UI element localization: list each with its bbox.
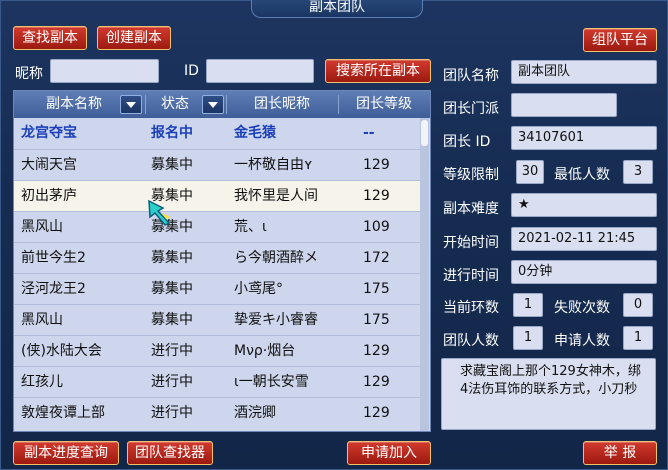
apply-count-field: 1: [623, 326, 653, 350]
team-platform-button[interactable]: 组队平台: [583, 28, 657, 52]
cell-dungeon-name: 前世今生2: [21, 250, 86, 266]
leader-id-label: 团长 ID: [443, 134, 491, 150]
cell-leader-level: 129: [363, 188, 390, 204]
fail-count-label: 失败次数: [554, 300, 610, 316]
cell-leader-nickname: 小鸢尾°: [234, 281, 283, 297]
difficulty-star-icon: ★: [511, 193, 657, 217]
min-people-field: 3: [623, 160, 653, 184]
cell-leader-nickname: 酒浣卿: [234, 405, 276, 421]
team-name-field: 副本团队: [511, 60, 657, 84]
table-row[interactable]: (侠)水陆大会 进行中 Mνρ·烟台 129: [14, 335, 420, 367]
cell-dungeon-name: 黑风山: [21, 219, 63, 235]
cell-dungeon-name: 龙宫夺宝: [21, 125, 77, 141]
table-row[interactable]: 红孩儿 进行中 ι一朝长安雪 129: [14, 366, 420, 398]
cell-leader-level: 129: [363, 374, 390, 390]
team-name-label: 团队名称: [443, 68, 499, 84]
table-header: 副本名称 状态 团长昵称 团长等级: [14, 91, 430, 118]
table-row[interactable]: 黑风山 募集中 挚爱キ小睿睿 175: [14, 304, 420, 336]
cell-status: 募集中: [151, 312, 193, 328]
start-time-label: 开始时间: [443, 235, 499, 251]
cell-dungeon-name: 黑风山: [21, 312, 63, 328]
table-row[interactable]: 前世今生2 募集中 ら今朝酒醉メ 172: [14, 242, 420, 274]
dungeon-team-window: 副本团队 查找副本 创建副本 组队平台 昵称 ID 搜索所在副本 副本名称 状态…: [0, 0, 668, 470]
cell-status: 募集中: [151, 281, 193, 297]
report-button[interactable]: 举 报: [583, 441, 657, 465]
header-leader-nickname: 团长昵称: [254, 96, 310, 112]
current-ring-label: 当前环数: [443, 300, 499, 316]
game-cursor-icon: [148, 199, 171, 226]
cell-leader-nickname: ι一朝长安雪: [234, 374, 309, 390]
cell-leader-nickname: ら今朝酒醉メ: [234, 250, 318, 266]
difficulty-label: 副本难度: [443, 201, 499, 217]
level-limit-label: 等级限制: [443, 167, 499, 183]
cell-status: 进行中: [151, 405, 193, 421]
dungeon-table: 副本名称 状态 团长昵称 团长等级 龙宫夺宝 报名中 金毛猿 -- 大闹天宫 募…: [13, 90, 431, 432]
header-dungeon-name: 副本名称: [46, 96, 102, 112]
table-row[interactable]: 龙宫夺宝 报名中 金毛猿 --: [14, 118, 420, 149]
table-row[interactable]: 大闹天宫 募集中 一杯敬自由ʏ 129: [14, 149, 420, 181]
cell-status: 进行中: [151, 343, 193, 359]
apply-join-button[interactable]: 申请加入: [347, 441, 431, 465]
table-scrollbar[interactable]: [420, 118, 429, 431]
cell-dungeon-name: 大闹天宫: [21, 157, 77, 173]
cell-status: 报名中: [151, 125, 193, 141]
cell-status: 进行中: [151, 374, 193, 390]
table-row[interactable]: 黑风山 募集中 荒、ι 109: [14, 211, 420, 243]
sort-name-dropdown-icon[interactable]: [120, 95, 142, 114]
create-dungeon-button[interactable]: 创建副本: [97, 26, 171, 50]
table-row[interactable]: 初出茅庐 募集中 我怀里是人间 129: [14, 180, 420, 212]
header-status: 状态: [161, 96, 189, 112]
table-row[interactable]: 泾河龙王2 募集中 小鸢尾° 175: [14, 273, 420, 305]
level-limit-field: 30: [516, 160, 544, 184]
cell-leader-nickname: 我怀里是人间: [234, 188, 318, 204]
cell-leader-level: 109: [363, 219, 390, 235]
team-count-field: 1: [513, 326, 543, 350]
nickname-label: 昵称: [15, 66, 43, 82]
search-dungeon-button[interactable]: 搜索所在副本: [325, 59, 431, 83]
elapsed-time-field: 0分钟: [511, 260, 657, 284]
fail-count-field: 0: [623, 293, 653, 317]
sect-label: 团长门派: [443, 101, 499, 117]
cell-dungeon-name: 敦煌夜谭上部: [21, 405, 105, 421]
cell-leader-level: --: [363, 125, 375, 141]
header-leader-level: 团长等级: [356, 96, 412, 112]
scrollbar-thumb[interactable]: [421, 120, 428, 146]
window-title: 副本团队: [251, 0, 423, 18]
cell-status: 募集中: [151, 250, 193, 266]
cell-leader-nickname: Mνρ·烟台: [234, 343, 296, 359]
cell-dungeon-name: 初出茅庐: [21, 188, 77, 204]
cell-leader-level: 129: [363, 157, 390, 173]
find-dungeon-button[interactable]: 查找副本: [13, 26, 87, 50]
cell-leader-nickname: 金毛猿: [234, 125, 276, 141]
cell-leader-level: 129: [363, 405, 390, 421]
team-finder-button[interactable]: 团队查找器: [127, 441, 213, 465]
id-label: ID: [184, 63, 199, 79]
team-count-label: 团队人数: [443, 333, 499, 349]
sect-field: [511, 93, 617, 117]
progress-query-button[interactable]: 副本进度查询: [13, 441, 119, 465]
cell-leader-level: 129: [363, 343, 390, 359]
apply-count-label: 申请人数: [554, 333, 610, 349]
cell-leader-nickname: 挚爱キ小睿睿: [234, 312, 318, 328]
team-description: 求藏宝阁上那个129女神木，绑4法伤耳饰的联系方式，小刀秒: [441, 358, 656, 430]
cell-status: 募集中: [151, 157, 193, 173]
cell-leader-nickname: 荒、ι: [234, 219, 267, 235]
cell-leader-level: 172: [363, 250, 390, 266]
cell-leader-level: 175: [363, 312, 390, 328]
min-people-label: 最低人数: [554, 167, 610, 183]
elapsed-time-label: 进行时间: [443, 268, 499, 284]
cell-leader-nickname: 一杯敬自由ʏ: [234, 157, 313, 173]
id-input[interactable]: [206, 59, 314, 83]
sort-status-dropdown-icon[interactable]: [202, 95, 224, 114]
current-ring-field: 1: [513, 293, 543, 317]
cell-dungeon-name: (侠)水陆大会: [21, 343, 102, 359]
table-row[interactable]: 敦煌夜谭上部 进行中 酒浣卿 129: [14, 397, 420, 429]
start-time-field: 2021-02-11 21:45: [511, 227, 657, 251]
leader-id-field: 34107601: [511, 126, 657, 150]
cell-dungeon-name: 泾河龙王2: [21, 281, 86, 297]
cell-leader-level: 175: [363, 281, 390, 297]
cell-dungeon-name: 红孩儿: [21, 374, 63, 390]
nickname-input[interactable]: [50, 59, 159, 83]
